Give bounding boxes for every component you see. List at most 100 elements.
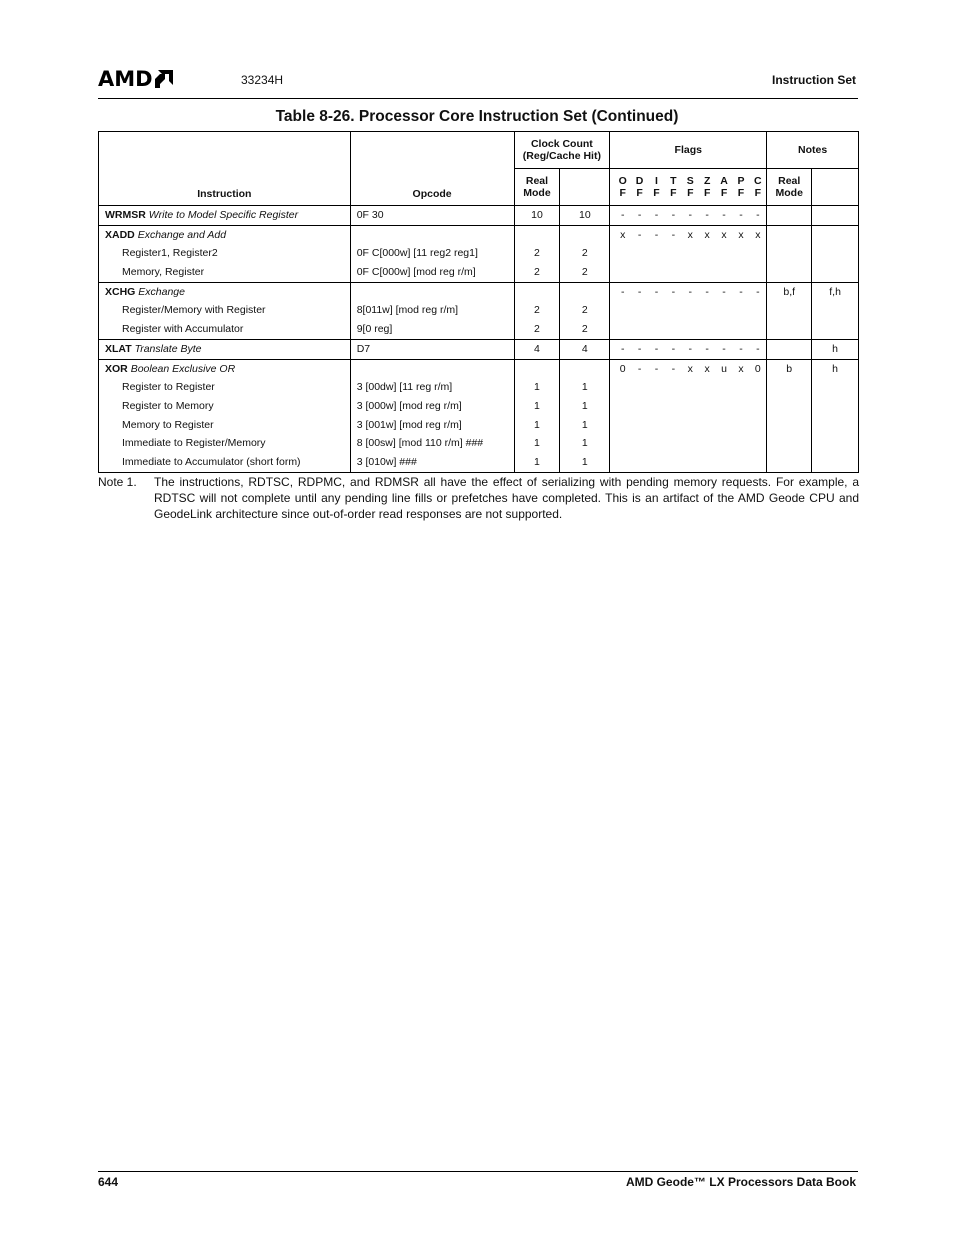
flag-value: x xyxy=(704,362,710,375)
flag-value: - xyxy=(654,228,659,241)
flag-name: TF xyxy=(665,175,682,199)
flag-name-bottom: F xyxy=(653,187,660,199)
clock-value xyxy=(515,360,560,379)
flag-value: - xyxy=(637,228,642,241)
clock-value: 10 xyxy=(579,209,591,221)
clock-value: 2 xyxy=(534,323,540,336)
instruction-description: Write to Model Specific Register xyxy=(148,209,299,221)
instruction-group-row: XCHG Exchange Register/Memory with Regist… xyxy=(98,281,859,340)
clock-value: 1 xyxy=(581,418,588,431)
instruction-group-row: XADD Exchange and Add Register1, Register… xyxy=(98,224,859,283)
flag-value: - xyxy=(671,209,676,221)
instruction-cell: WRMSR Write to Model Specific Register xyxy=(98,205,351,226)
clock-value: 1 xyxy=(534,399,540,412)
header-clock-real-mode: Real Mode xyxy=(513,168,561,206)
instruction-description: Exchange xyxy=(138,285,185,298)
flag-name: CF xyxy=(749,175,766,199)
flag-value: - xyxy=(671,285,676,298)
instruction-table: Instruction Opcode Clock Count (Reg/Cach… xyxy=(98,131,859,473)
clock-value: 1 xyxy=(581,399,588,412)
flag-values: x---xxxxx xyxy=(610,226,766,245)
flag-value: x xyxy=(738,228,744,241)
header-clock-prot-mode xyxy=(559,168,611,206)
note-real-mode-cell xyxy=(766,338,813,360)
flag-value: x xyxy=(755,228,761,241)
opcode-cell: D7 xyxy=(349,338,515,360)
instruction-form: Register to Memory xyxy=(122,399,214,412)
instruction-heading: XCHG Exchange xyxy=(105,283,350,302)
flag-value: - xyxy=(654,362,659,375)
flag-value: - xyxy=(756,209,760,221)
flag-values: --------- xyxy=(610,340,766,359)
clock-value: 1 xyxy=(534,381,540,394)
flag-value: - xyxy=(620,342,625,355)
mnemonic: XOR xyxy=(105,362,128,375)
note-value xyxy=(767,206,811,225)
clock-value: 1 xyxy=(581,381,588,394)
clock-real-mode-cell: 22 xyxy=(513,224,561,283)
header-instruction: Instruction xyxy=(98,131,351,206)
header-rule xyxy=(98,98,858,99)
flag-value: - xyxy=(688,342,693,355)
clock-prot-mode-cell: 1 1 1 1 1 xyxy=(559,358,611,473)
instruction-form: Immediate to Register/Memory xyxy=(122,437,266,450)
flag-value: - xyxy=(722,209,726,221)
flag-value: - xyxy=(756,285,760,298)
flag-name: DF xyxy=(631,175,648,199)
flag-name-top: Z xyxy=(703,175,711,187)
flag-name: IF xyxy=(648,175,665,199)
flag-values: --------- xyxy=(610,206,766,225)
instruction-heading: XOR Boolean Exclusive OR xyxy=(105,360,350,379)
clock-value xyxy=(560,360,609,379)
flag-value: - xyxy=(739,342,743,355)
opcode-value: 0F 30 xyxy=(356,209,384,221)
flag-name-bottom: F xyxy=(687,187,694,199)
footnote-text: The instructions, RDTSC, RDPMC, and RDMS… xyxy=(154,475,859,521)
footer-rule xyxy=(98,1171,858,1172)
logo-text: AMD xyxy=(98,67,153,91)
instruction-description: Translate Byte xyxy=(134,342,202,355)
opcode-value: D7 xyxy=(356,342,371,355)
flag-value: u xyxy=(721,362,727,375)
flag-name-top: P xyxy=(737,175,745,187)
table-title: Table 8-26. Processor Core Instruction S… xyxy=(275,108,679,125)
clock-real-mode-cell: 22 xyxy=(513,281,561,340)
flags-cell: 0---xxux0 xyxy=(609,358,768,473)
footnote: Note 1. The instructions, RDTSC, RDPMC, … xyxy=(98,474,859,522)
flag-name-bottom: F xyxy=(720,187,728,199)
clock-prot-mode-cell: 22 xyxy=(559,224,611,283)
note-value xyxy=(767,226,811,245)
footnote-label: Note 1. xyxy=(98,475,137,489)
opcode-value: 0F C[000w] [mod reg r/m] xyxy=(356,266,476,279)
flag-name-top: I xyxy=(655,175,658,187)
flag-value: - xyxy=(654,209,659,221)
flag-value: x xyxy=(738,362,744,375)
header-clock-count: Clock Count (Reg/Cache Hit) xyxy=(513,131,611,169)
clock-value xyxy=(560,226,609,245)
note-value xyxy=(767,340,811,359)
clock-value: 1 xyxy=(581,437,588,450)
clock-value: 2 xyxy=(534,266,540,279)
clock-value: 2 xyxy=(581,304,588,317)
instruction-form: Memory to Register xyxy=(122,418,214,431)
instruction-heading: XLAT Translate Byte xyxy=(105,340,350,359)
flag-value: - xyxy=(756,342,760,355)
clock-value: 2 xyxy=(581,323,588,336)
flag-value: 0 xyxy=(619,362,626,375)
opcode-value: 9[0 reg] xyxy=(356,323,393,336)
note-value: f,h xyxy=(829,285,841,298)
opcode-cell: 0F 30 xyxy=(349,205,515,226)
flag-value: x xyxy=(687,228,693,241)
mnemonic: WRMSR xyxy=(105,209,146,221)
clock-value: 1 xyxy=(534,418,540,431)
instruction-form: Register/Memory with Register xyxy=(122,304,266,317)
instruction-description: Exchange and Add xyxy=(137,228,227,241)
flag-value: - xyxy=(705,342,709,355)
note-value: h xyxy=(832,342,838,355)
opcode-value: 3 [010w] ### xyxy=(356,455,417,468)
clock-value: 4 xyxy=(534,342,540,355)
mnemonic: XADD xyxy=(105,228,135,241)
note-prot-mode-cell: h xyxy=(811,358,859,473)
flag-value: x xyxy=(687,362,693,375)
flags-cell: x---xxxxx xyxy=(609,224,768,283)
